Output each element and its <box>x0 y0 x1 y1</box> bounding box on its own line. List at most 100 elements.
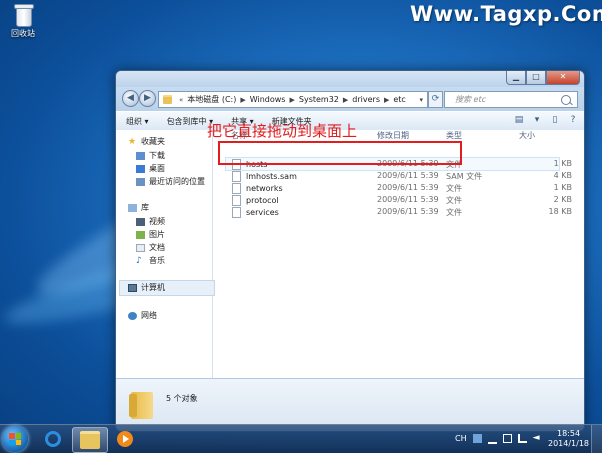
back-button[interactable]: ◀ <box>122 90 139 107</box>
search-icon <box>561 94 571 105</box>
network-status-icon[interactable] <box>517 434 527 443</box>
search-placeholder: 搜索 etc <box>455 95 486 104</box>
recent-places-icon <box>136 177 145 186</box>
file-row[interactable]: networks 2009/6/11 5:39 文件 1 KB <box>213 183 584 195</box>
start-button[interactable] <box>2 426 28 452</box>
windows-logo-icon <box>9 433 21 445</box>
file-type: 文件 <box>446 184 462 193</box>
close-button[interactable]: ✕ <box>546 71 580 85</box>
media-player-icon <box>117 431 133 447</box>
nav-videos[interactable]: 视频 <box>136 216 165 227</box>
explorer-icon <box>80 431 100 449</box>
picture-icon <box>136 230 145 239</box>
breadcrumb-drivers[interactable]: drivers <box>352 95 380 104</box>
taskbar: CH ◄ 18:54 2014/1/18 <box>0 424 602 453</box>
breadcrumb-etc[interactable]: etc <box>393 95 405 104</box>
nav-favorites[interactable]: ★ 收藏夹 <box>128 136 165 147</box>
breadcrumb-system32[interactable]: System32 <box>299 95 339 104</box>
desktop-icon <box>136 164 145 173</box>
file-name: services <box>246 208 279 217</box>
document-icon <box>136 243 145 252</box>
item-count: 5 个对象 <box>166 394 198 403</box>
ie-icon <box>45 431 61 447</box>
watermark: Www.Tagxp.Com <box>410 2 602 26</box>
recycle-bin-label: 回收站 <box>11 29 35 38</box>
annotation-text: 把它直接拖动到桌面上 <box>207 122 358 140</box>
file-name: lmhosts.sam <box>246 172 297 181</box>
nav-desktop[interactable]: 桌面 <box>136 163 165 174</box>
file-row[interactable]: lmhosts.sam 2009/6/11 5:39 SAM 文件 4 KB <box>213 171 584 183</box>
file-size: 18 KB <box>548 207 572 216</box>
clock[interactable]: 18:54 2014/1/18 <box>548 429 589 449</box>
nav-computer[interactable]: 计算机 <box>128 282 165 293</box>
volume-icon[interactable]: ◄ <box>533 434 542 443</box>
music-icon: ♪ <box>136 255 142 266</box>
annotation-highlight-box <box>218 141 462 165</box>
nav-pictures[interactable]: 图片 <box>136 229 165 240</box>
nav-downloads[interactable]: 下载 <box>136 150 165 161</box>
network-icon <box>128 311 137 320</box>
nav-documents[interactable]: 文档 <box>136 242 165 253</box>
file-row[interactable]: services 2009/6/11 5:39 文件 18 KB <box>213 207 584 219</box>
breadcrumb-drive[interactable]: 本地磁盘 (C:) <box>187 94 236 105</box>
file-type: 文件 <box>446 196 462 205</box>
file-size: 1 KB <box>553 159 572 168</box>
title-bar[interactable]: ▁ □ ✕ <box>116 71 584 87</box>
file-row[interactable]: protocol 2009/6/11 5:39 文件 2 KB <box>213 195 584 207</box>
folder-icon <box>129 392 153 419</box>
taskbar-ie[interactable] <box>36 427 70 451</box>
file-name: networks <box>246 184 283 193</box>
folder-icon <box>163 95 172 104</box>
system-tray: CH ◄ <box>455 433 542 444</box>
navigation-pane: ★ 收藏夹 下载 桌面 最近访问的位置 库 视频 图片 文档 ♪ 音乐 计算机 … <box>116 130 215 378</box>
file-date: 2009/6/11 5:39 <box>377 183 439 192</box>
breadcrumb-windows[interactable]: Windows <box>250 95 286 104</box>
nav-network[interactable]: 网络 <box>128 310 157 321</box>
file-icon <box>232 195 241 206</box>
recycle-bin[interactable]: 回收站 <box>6 4 40 39</box>
file-size: 4 KB <box>553 171 572 180</box>
address-overflow[interactable]: « <box>179 96 183 104</box>
preview-pane-icon[interactable]: ▯ <box>550 115 560 125</box>
star-icon: ★ <box>128 136 137 147</box>
show-hidden-icons-icon[interactable] <box>487 433 497 444</box>
column-header-size[interactable]: 大小 <box>519 130 535 141</box>
minimize-button[interactable]: ▁ <box>506 71 526 85</box>
file-date: 2009/6/11 5:39 <box>377 171 439 180</box>
refresh-button[interactable]: ⟳ <box>428 91 443 108</box>
column-header-type[interactable]: 类型 <box>446 130 462 141</box>
file-type: SAM 文件 <box>446 172 483 181</box>
address-bar[interactable]: « 本地磁盘 (C:) ▶ Windows ▶ System32 ▶ drivers ▶… <box>158 91 428 108</box>
file-icon <box>232 171 241 182</box>
view-options-icon[interactable]: ▤ <box>514 115 524 125</box>
address-dropdown-icon[interactable]: ▾ <box>419 96 423 104</box>
navigation-bar: ◀ ▶ « 本地磁盘 (C:) ▶ Windows ▶ System32 ▶ driv… <box>116 87 584 111</box>
column-header-modified[interactable]: 修改日期 <box>377 130 409 141</box>
search-input[interactable]: 搜索 etc <box>444 91 578 108</box>
input-method-icon[interactable] <box>472 434 482 443</box>
nav-music[interactable]: ♪ 音乐 <box>136 255 165 266</box>
action-center-icon[interactable] <box>502 434 512 443</box>
file-date: 2009/6/11 5:39 <box>377 195 439 204</box>
help-icon[interactable]: ? <box>568 115 578 125</box>
file-type: 文件 <box>446 208 462 217</box>
file-name: protocol <box>246 196 279 205</box>
taskbar-explorer[interactable] <box>72 427 108 453</box>
organize-menu[interactable]: 组织 ▾ <box>126 116 149 127</box>
maximize-button[interactable]: □ <box>526 71 546 85</box>
video-icon <box>136 217 145 226</box>
taskbar-media-player[interactable] <box>108 427 142 451</box>
file-list: 名称 修改日期 类型 大小 hosts 2009/6/11 5:39 文件 1 … <box>213 130 584 378</box>
show-desktop-button[interactable] <box>591 425 602 453</box>
downloads-icon <box>136 151 145 160</box>
computer-icon <box>128 283 137 292</box>
view-dropdown-icon[interactable]: ▾ <box>532 115 542 125</box>
file-size: 1 KB <box>553 183 572 192</box>
nav-libraries[interactable]: 库 <box>128 202 149 213</box>
language-indicator[interactable]: CH <box>455 434 467 443</box>
forward-button[interactable]: ▶ <box>139 90 156 107</box>
library-icon <box>128 203 137 212</box>
nav-recent[interactable]: 最近访问的位置 <box>136 176 205 187</box>
clock-time: 18:54 <box>556 429 581 438</box>
recycle-bin-icon <box>13 4 34 27</box>
